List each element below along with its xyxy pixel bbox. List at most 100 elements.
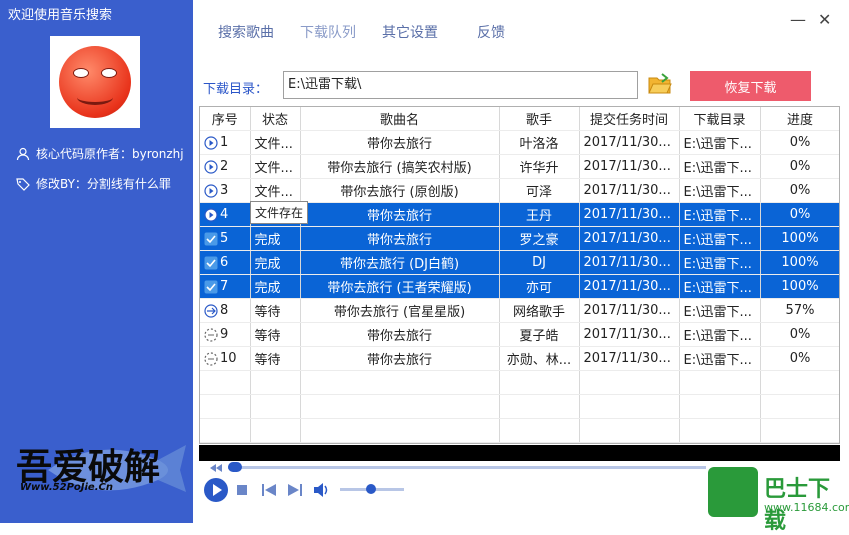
cell-singer: 网络歌手 [499,298,580,323]
resume-download-button[interactable]: 恢复下载 [690,71,811,101]
cell-no: 3 [200,178,251,203]
column-header-no[interactable]: 序号 [200,107,251,131]
tab-settings[interactable]: 其它设置 [382,22,438,42]
check-icon[interactable] [204,256,218,270]
volume-icon[interactable] [313,482,329,498]
tab-feedback[interactable]: 反馈 [477,22,505,42]
play-icon[interactable] [204,135,218,150]
cell-song: 带你去旅行 (官星星版) [300,298,500,323]
cell-singer: 叶洛洛 [499,130,580,155]
play-button-icon[interactable] [203,477,229,503]
cell-status: 等待 [250,322,301,347]
tag-icon [16,177,30,191]
cell-dir: E:\迅雷下... [679,346,761,371]
cell-singer: 许华升 [499,154,580,179]
tab-download-queue[interactable]: 下载队列 [300,22,356,42]
play-icon[interactable] [204,183,218,198]
playback-progress-knob[interactable] [228,462,242,472]
empty-row [200,394,839,419]
cell-song: 带你去旅行 [300,202,500,227]
modifier-label: 修改BY：分割线有什么罪 [36,177,171,191]
table-row[interactable]: 6 完成 带你去旅行 (DJ白鹤) DJ 2017/11/30... E:\迅雷下... 1… [200,250,839,275]
cell-time: 2017/11/30... [579,322,680,347]
table-row[interactable]: 10 等待 带你去旅行 亦勋、林... 2017/11/30... E:\迅雷下... 0% [200,346,839,371]
watermark: 巴士下载 www.11684.com [706,463,849,534]
cell-status: 文件... [250,178,301,203]
cell-progress: 0% [760,130,839,155]
cell-dir: E:\迅雷下... [679,130,761,155]
check-icon[interactable] [204,232,218,246]
cell-song: 带你去旅行 (王者荣耀版) [300,274,500,299]
download-dir-input[interactable]: E:\迅雷下载\ [283,71,638,99]
author-label: 核心代码原作者：byronzhj [36,147,184,161]
cell-singer: 亦勋、林... [499,346,580,371]
table-row[interactable]: 2 文件... 带你去旅行 (搞笑农村版) 许华升 2017/11/30... E:\迅雷… [200,154,839,179]
check-icon[interactable] [204,280,218,294]
cell-status: 等待 [250,298,301,323]
cell-status: 完成 [250,226,301,251]
table-row[interactable]: 8 等待 带你去旅行 (官星星版) 网络歌手 2017/11/30... E:\迅雷下..… [200,298,839,323]
cell-progress: 57% [760,298,839,323]
cell-status: 完成 [250,250,301,275]
stop-button-icon[interactable] [236,484,248,496]
row-number: 2 [220,159,229,174]
cell-time: 2017/11/30... [579,298,680,323]
cell-dir: E:\迅雷下... [679,226,761,251]
logo: 吾爱破解 Www.52PoJie.Cn [8,430,188,515]
table-row[interactable]: 3 文件... 带你去旅行 (原创版) 可泽 2017/11/30... E:\迅雷下..… [200,178,839,203]
volume-slider-knob[interactable] [366,484,376,494]
cell-status: 文件... [250,154,301,179]
column-header-progress[interactable]: 进度 [760,107,839,131]
previous-button-icon[interactable] [262,484,276,496]
tab-search[interactable]: 搜索歌曲 [218,22,274,42]
cell-song: 带你去旅行 (DJ白鹤) [300,250,500,275]
cell-song: 带你去旅行 [300,226,500,251]
table-row[interactable]: 9 等待 带你去旅行 夏子皓 2017/11/30... E:\迅雷下... 0% [200,322,839,347]
table-row[interactable]: 5 完成 带你去旅行 罗之豪 2017/11/30... E:\迅雷下... 100% [200,226,839,251]
user-icon [16,147,30,160]
next-button-icon[interactable] [288,484,302,496]
cell-singer: 罗之豪 [499,226,580,251]
watermark-logo-icon [708,467,758,517]
avatar [50,36,140,128]
column-header-status[interactable]: 状态 [250,107,301,131]
table-row[interactable]: 1 文件... 带你去旅行 叶洛洛 2017/11/30... E:\迅雷下... 0% [200,130,839,155]
cell-no: 5 [200,226,251,251]
cell-time: 2017/11/30... [579,178,680,203]
cell-progress: 100% [760,250,839,275]
cell-no: 4 [200,202,251,227]
cell-singer: 可泽 [499,178,580,203]
close-button[interactable]: ✕ [818,10,831,29]
table-row[interactable]: 7 完成 带你去旅行 (王者荣耀版) 亦可 2017/11/30... E:\迅雷下...… [200,274,839,299]
cell-progress: 100% [760,226,839,251]
row-number: 3 [220,183,229,198]
rewind-small-icon[interactable] [210,464,222,472]
row-number: 4 [220,207,229,222]
cell-dir: E:\迅雷下... [679,274,761,299]
column-header-dir[interactable]: 下载目录 [679,107,761,131]
cell-song: 带你去旅行 (原创版) [300,178,500,203]
cell-time: 2017/11/30... [579,154,680,179]
column-header-song[interactable]: 歌曲名 [300,107,500,131]
minimize-button[interactable]: — [790,10,806,29]
play-icon[interactable] [204,159,218,174]
empty-row [200,442,839,443]
row-number: 9 [220,327,229,342]
cell-dir: E:\迅雷下... [679,202,761,227]
cell-status: 文件... [250,130,301,155]
play-icon[interactable] [204,207,218,222]
cell-time: 2017/11/30... [579,130,680,155]
open-folder-icon[interactable] [648,73,672,95]
dotted-circle-icon[interactable] [204,327,218,342]
cell-status: 等待 [250,346,301,371]
cell-singer: DJ [499,250,580,275]
column-header-singer[interactable]: 歌手 [499,107,580,131]
cell-song: 带你去旅行 [300,322,500,347]
column-header-time[interactable]: 提交任务时间 [579,107,680,131]
cell-no: 7 [200,274,251,299]
cell-time: 2017/11/30... [579,346,680,371]
arrow-icon[interactable] [204,303,218,318]
cell-status: 完成 [250,274,301,299]
cell-no: 10 [200,346,251,371]
dotted-circle-icon[interactable] [204,351,218,366]
